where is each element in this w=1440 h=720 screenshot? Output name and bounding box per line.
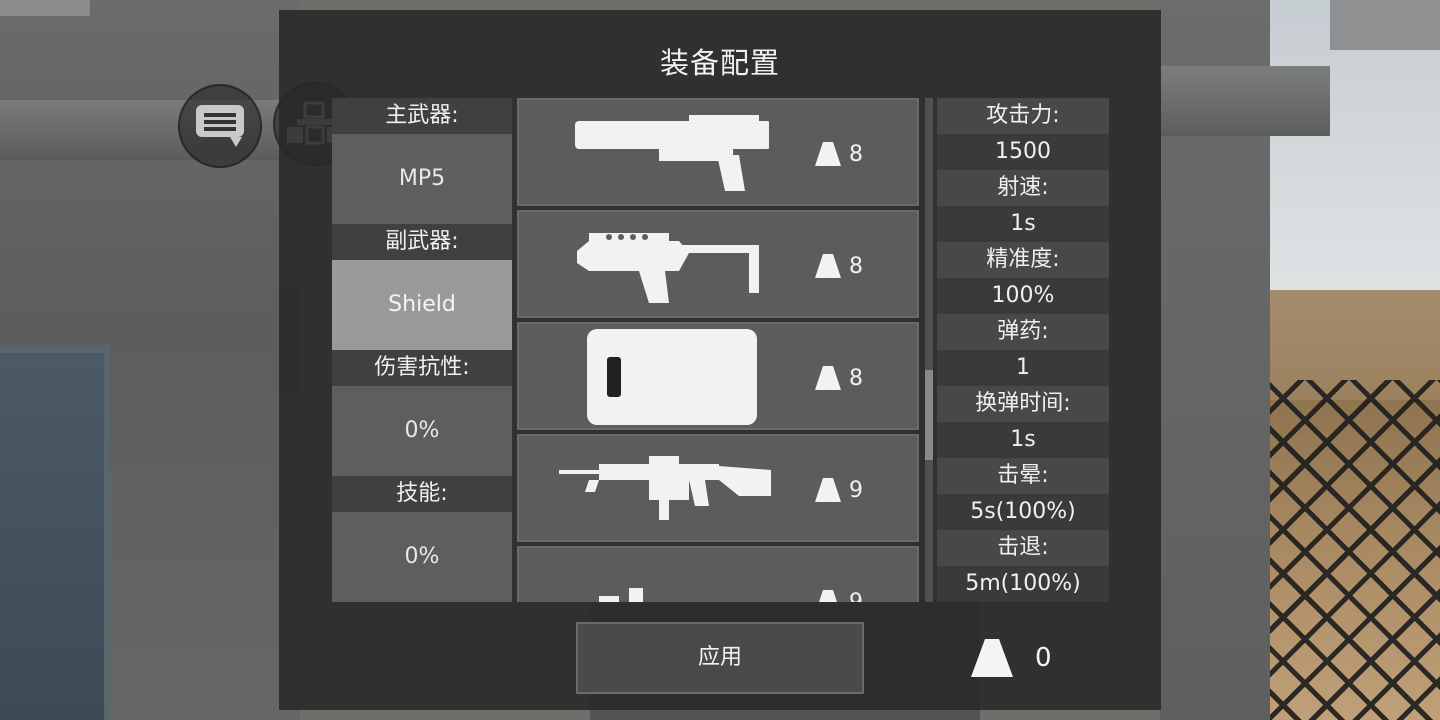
weight-indicator: 8: [813, 134, 863, 174]
window-left: [0, 345, 110, 720]
weapon-card[interactable]: 9: [517, 546, 919, 602]
weapon-weight: 8: [849, 365, 863, 391]
weight-indicator: 8: [813, 246, 863, 286]
weapon-list-scrollbar[interactable]: [925, 98, 933, 602]
damage-resist-label: 伤害抗性:: [332, 350, 512, 386]
skill-slot[interactable]: 0%: [332, 512, 512, 602]
weapon-card[interactable]: 9: [517, 434, 919, 542]
weapon-card[interactable]: 8: [517, 322, 919, 430]
riot-shield-icon: [559, 329, 779, 425]
weapon-weight: 9: [849, 477, 863, 503]
weight-indicator: 8: [813, 358, 863, 398]
weight-indicator: 9: [813, 582, 863, 602]
stat-value: 1500: [937, 134, 1109, 170]
weapon-list[interactable]: 8 8 8 9 9: [517, 98, 919, 602]
primary-weapon-label: 主武器:: [332, 98, 512, 134]
stat-value: 5s(100%): [937, 494, 1109, 530]
weapon-weight: 8: [849, 141, 863, 167]
skill-label: 技能:: [332, 476, 512, 512]
stat-value: 5m(100%): [937, 566, 1109, 602]
damage-resist-slot[interactable]: 0%: [332, 386, 512, 476]
weight-icon: [815, 254, 841, 278]
stat-label: 精准度:: [937, 242, 1109, 278]
weapon-weight: 8: [849, 253, 863, 279]
weapon-card[interactable]: 8: [517, 98, 919, 206]
smg-vector-icon: [559, 220, 779, 310]
stat-label: 击退:: [937, 530, 1109, 566]
page-title: 装备配置: [659, 46, 780, 80]
stat-label: 弹药:: [937, 314, 1109, 350]
weapon-card[interactable]: 8: [517, 210, 919, 318]
wall-top-edge: [0, 0, 90, 16]
total-weight-value: 0: [1035, 643, 1052, 673]
roof-edge: [1330, 0, 1440, 50]
total-weight-indicator: 0: [969, 636, 1052, 680]
weight-indicator: 9: [813, 470, 863, 510]
stat-label: 攻击力:: [937, 98, 1109, 134]
secondary-weapon-label: 副武器:: [332, 224, 512, 260]
stat-value: 1s: [937, 422, 1109, 458]
scrollbar-thumb[interactable]: [925, 370, 933, 460]
weight-icon: [815, 142, 841, 166]
weapon-stats: 攻击力: 1500 射速: 1s 精准度: 100% 弹药: 1 换弹时间: 1…: [937, 98, 1109, 602]
weapon-weight: 9: [849, 589, 863, 603]
weight-icon: [815, 366, 841, 390]
secondary-weapon-slot[interactable]: Shield: [332, 260, 512, 350]
stat-value: 100%: [937, 278, 1109, 314]
loadout-panel: 装备配置 主武器: MP5 副武器: Shield 伤害抗性: 0% 技能: 0…: [279, 10, 1161, 710]
grenade-launcher-icon: [559, 108, 779, 198]
chat-button[interactable]: [178, 84, 262, 168]
stat-value: 1: [937, 350, 1109, 386]
stat-label: 射速:: [937, 170, 1109, 206]
stat-label: 击晕:: [937, 458, 1109, 494]
stat-value: 1s: [937, 206, 1109, 242]
primary-weapon-slot[interactable]: MP5: [332, 134, 512, 224]
wall-right-ledge: [1160, 66, 1330, 136]
weight-icon: [819, 590, 837, 602]
loadout-slots: 主武器: MP5 副武器: Shield 伤害抗性: 0% 技能: 0%: [332, 98, 512, 602]
weight-icon: [971, 639, 1013, 677]
machine-gun-icon: [559, 556, 779, 602]
apply-button[interactable]: 应用: [576, 622, 864, 694]
weight-icon: [815, 478, 841, 502]
chat-icon: [196, 105, 244, 147]
stat-label: 换弹时间:: [937, 386, 1109, 422]
light-machine-gun-icon: [559, 444, 779, 534]
